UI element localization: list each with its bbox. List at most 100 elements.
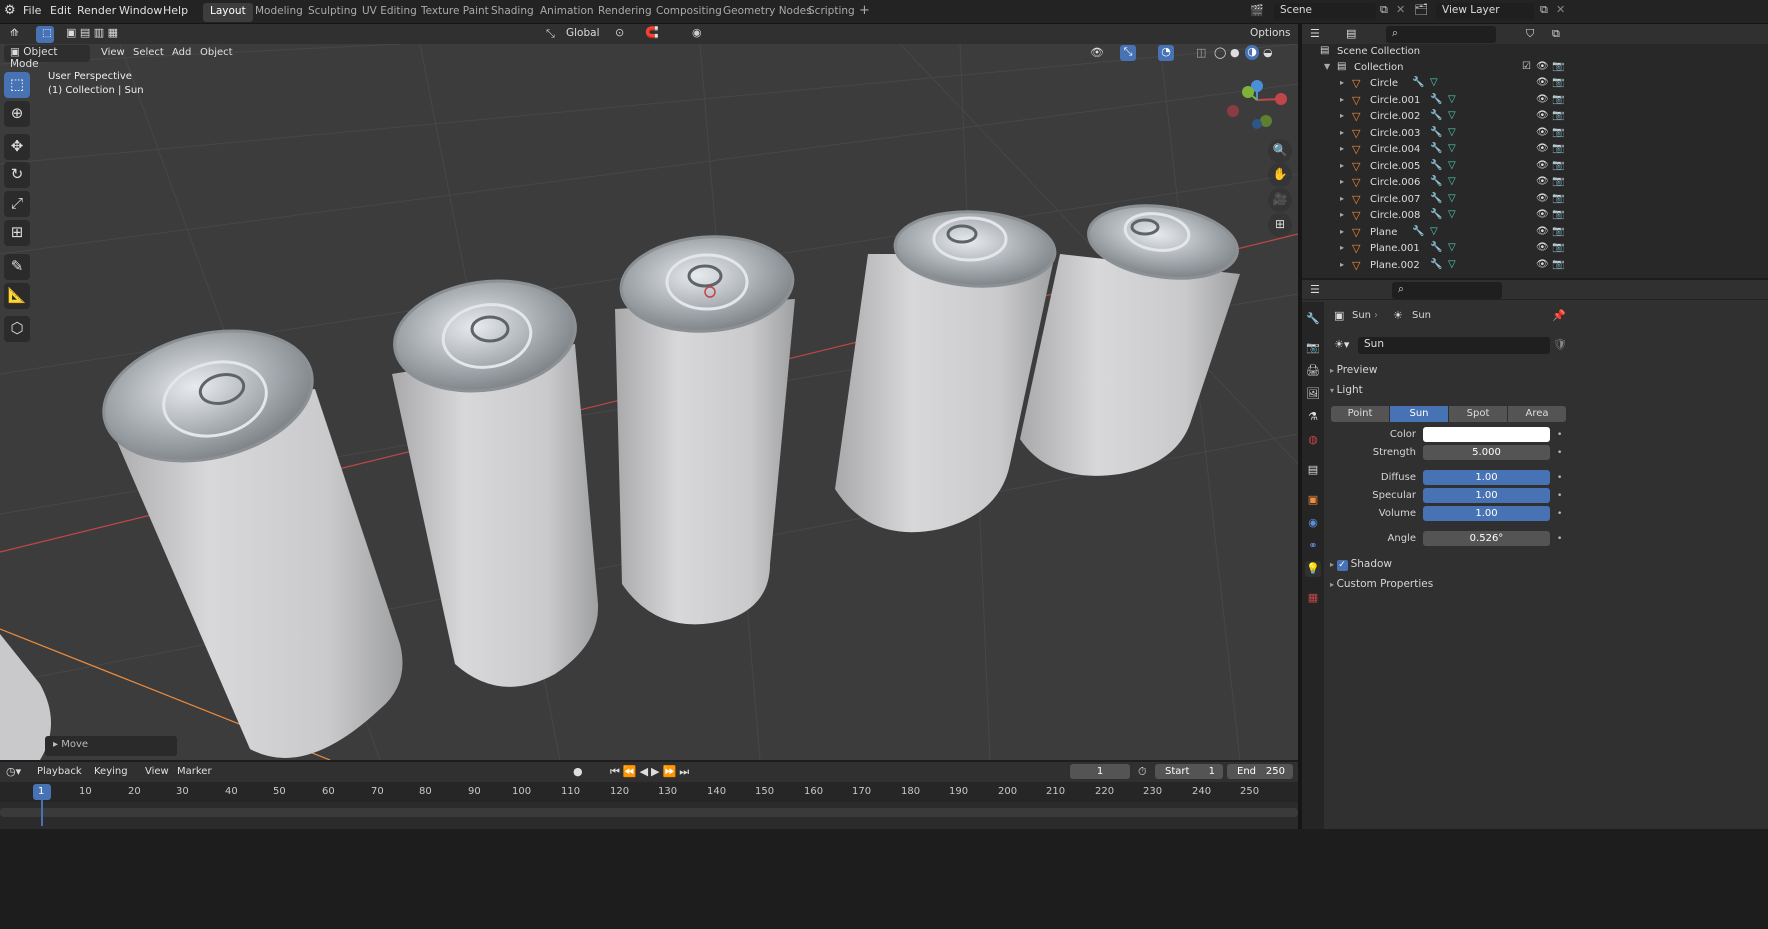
- modifier-wrench-icon[interactable]: 🔧: [1412, 77, 1424, 88]
- timeline-menu-playback[interactable]: Playback: [37, 766, 82, 777]
- render-camera-icon[interactable]: 📷: [1552, 160, 1564, 171]
- texture-tab-icon[interactable]: ▦: [1305, 590, 1321, 606]
- menu-edit[interactable]: Edit: [50, 4, 71, 17]
- light-type-point[interactable]: Point: [1331, 406, 1389, 422]
- expand-icon[interactable]: ▸: [1340, 111, 1344, 120]
- mesh-data-icon[interactable]: ▽: [1448, 143, 1456, 154]
- object-name[interactable]: Plane: [1370, 227, 1397, 238]
- tool-tab-icon[interactable]: 🔧: [1305, 311, 1321, 327]
- mode-dropdown[interactable]: ▣ Object Mode: [4, 45, 90, 70]
- rendered-shading-icon[interactable]: ◒: [1263, 46, 1273, 59]
- object-name[interactable]: Circle.005: [1370, 161, 1420, 172]
- last-operator-panel[interactable]: ▸ Move: [45, 736, 177, 756]
- xray-icon[interactable]: ◫: [1196, 46, 1206, 59]
- render-camera-icon[interactable]: 📷: [1552, 77, 1564, 88]
- shadow-panel-header[interactable]: ▸ ✓ Shadow: [1330, 558, 1392, 571]
- preview-panel-header[interactable]: ▸ Preview: [1330, 364, 1377, 376]
- expand-icon[interactable]: ▸: [1340, 78, 1344, 87]
- diffuse-slider[interactable]: 1.00: [1423, 470, 1550, 485]
- expand-icon[interactable]: ▸: [1340, 144, 1344, 153]
- annotate-tool-icon[interactable]: ✎: [4, 254, 30, 280]
- timeline-editor-type-icon[interactable]: ◷▾: [6, 765, 21, 778]
- select-tool-icon[interactable]: ⬚: [36, 26, 54, 43]
- solid-shading-icon[interactable]: ●: [1230, 46, 1240, 59]
- overlay-toggle-icon[interactable]: ◔: [1158, 45, 1174, 61]
- eye-icon[interactable]: 👁: [1536, 94, 1549, 105]
- keyframe-dot-icon[interactable]: •: [1557, 448, 1562, 458]
- pivot-icon[interactable]: ⊙: [615, 26, 624, 39]
- angle-field[interactable]: 0.526°: [1423, 531, 1550, 546]
- menu-render[interactable]: Render: [77, 4, 116, 17]
- eye-icon[interactable]: 👁: [1536, 143, 1549, 154]
- eye-icon[interactable]: 👁: [1536, 160, 1549, 171]
- options-dropdown[interactable]: Options: [1244, 26, 1296, 43]
- collection-checkbox[interactable]: ☑: [1522, 61, 1531, 72]
- measure-tool-icon[interactable]: 📐: [4, 283, 30, 309]
- editor-type-button[interactable]: ⟰: [4, 26, 28, 43]
- eye-icon[interactable]: 👁: [1536, 176, 1549, 187]
- 3d-viewport[interactable]: User Perspective (1) Collection | Sun ▸ …: [0, 44, 1298, 760]
- light-type-sun[interactable]: Sun: [1390, 406, 1448, 422]
- expand-collection-icon[interactable]: ▼: [1324, 62, 1330, 71]
- close-view-layer-icon[interactable]: ✕: [1556, 3, 1565, 16]
- select-box-tool-icon[interactable]: ⬚: [4, 72, 30, 98]
- viewport-menu-select[interactable]: Select: [133, 47, 164, 58]
- light-datablock-field[interactable]: Sun: [1358, 337, 1550, 354]
- expand-icon[interactable]: ▸: [1340, 95, 1344, 104]
- fake-user-icon[interactable]: 🛡: [1553, 338, 1567, 351]
- object-name[interactable]: Circle.004: [1370, 144, 1420, 155]
- eye-icon[interactable]: 👁: [1536, 61, 1549, 72]
- view-layer-field[interactable]: View Layer: [1436, 3, 1534, 20]
- object-name[interactable]: Circle: [1370, 78, 1398, 89]
- material-shading-icon[interactable]: ◑: [1245, 45, 1259, 60]
- scene-field[interactable]: Scene: [1274, 3, 1376, 20]
- color-swatch[interactable]: [1423, 427, 1550, 442]
- eye-icon[interactable]: 👁: [1536, 226, 1549, 237]
- mesh-data-icon[interactable]: ▽: [1448, 209, 1456, 220]
- light-data-tab-icon[interactable]: 💡: [1305, 561, 1321, 577]
- timeline-scrollbar[interactable]: [0, 808, 1298, 817]
- mesh-data-icon[interactable]: ▽: [1448, 94, 1456, 105]
- outliner-row[interactable]: ▸ ▽ Circle.007 🔧 ▽ 👁 📷: [1302, 193, 1768, 209]
- pan-hand-icon[interactable]: ✋: [1268, 163, 1292, 187]
- navigation-gizmo[interactable]: [1227, 80, 1287, 129]
- keyframe-dot-icon[interactable]: •: [1557, 430, 1562, 440]
- snap-icon[interactable]: 🧲: [645, 26, 659, 39]
- modifier-wrench-icon[interactable]: 🔧: [1430, 193, 1442, 204]
- timeline-menu-marker[interactable]: Marker: [177, 766, 212, 777]
- mesh-data-icon[interactable]: ▽: [1430, 226, 1438, 237]
- viewport-menu-add[interactable]: Add: [172, 47, 191, 58]
- playback-controls-icon[interactable]: ⏮⏪◀▶⏩⏭: [610, 765, 692, 779]
- light-panel-header[interactable]: ▾ Light: [1330, 384, 1363, 396]
- new-scene-icon[interactable]: ⧉: [1380, 3, 1388, 17]
- mesh-data-icon[interactable]: ▽: [1448, 110, 1456, 121]
- eye-icon[interactable]: 👁: [1536, 77, 1549, 88]
- object-name[interactable]: Circle.006: [1370, 177, 1420, 188]
- scene-icon[interactable]: 🎬: [1250, 4, 1264, 17]
- add-workspace-button[interactable]: +: [852, 1, 877, 20]
- timeline-menu-keying[interactable]: Keying: [94, 766, 128, 777]
- outliner-row[interactable]: ▸ ▽ Circle.006 🔧 ▽ 👁 📷: [1302, 176, 1768, 192]
- object-name[interactable]: Circle.003: [1370, 128, 1420, 139]
- modifier-wrench-icon[interactable]: 🔧: [1430, 209, 1442, 220]
- object-name[interactable]: Circle.008: [1370, 210, 1420, 221]
- viewport-menu-object[interactable]: Object: [200, 47, 233, 58]
- gizmo-toggle-icon[interactable]: ⤡: [1120, 45, 1136, 61]
- modifier-wrench-icon[interactable]: 🔧: [1430, 259, 1442, 270]
- cursor-tool-icon[interactable]: ⊕: [4, 101, 30, 127]
- modifier-wrench-icon[interactable]: 🔧: [1430, 176, 1442, 187]
- keyframe-dot-icon[interactable]: •: [1557, 473, 1562, 483]
- expand-icon[interactable]: ▸: [1340, 128, 1344, 137]
- menu-help[interactable]: Help: [163, 4, 188, 17]
- modifier-wrench-icon[interactable]: 🔧: [1430, 143, 1442, 154]
- new-view-layer-icon[interactable]: ⧉: [1540, 3, 1548, 17]
- viewport-menu-view[interactable]: View: [101, 47, 125, 58]
- render-camera-icon[interactable]: 📷: [1552, 176, 1564, 187]
- object-name[interactable]: Circle.001: [1370, 95, 1420, 106]
- scene-tab-icon[interactable]: ⚗: [1305, 409, 1321, 425]
- move-tool-icon[interactable]: ✥: [4, 134, 30, 160]
- outliner-row[interactable]: ▸ ▽ Circle.002 🔧 ▽ 👁 📷: [1302, 110, 1768, 126]
- mesh-data-icon[interactable]: ▽: [1448, 176, 1456, 187]
- outliner-scene-collection[interactable]: ▤ Scene Collection: [1302, 45, 1768, 61]
- modifier-wrench-icon[interactable]: 🔧: [1430, 242, 1442, 253]
